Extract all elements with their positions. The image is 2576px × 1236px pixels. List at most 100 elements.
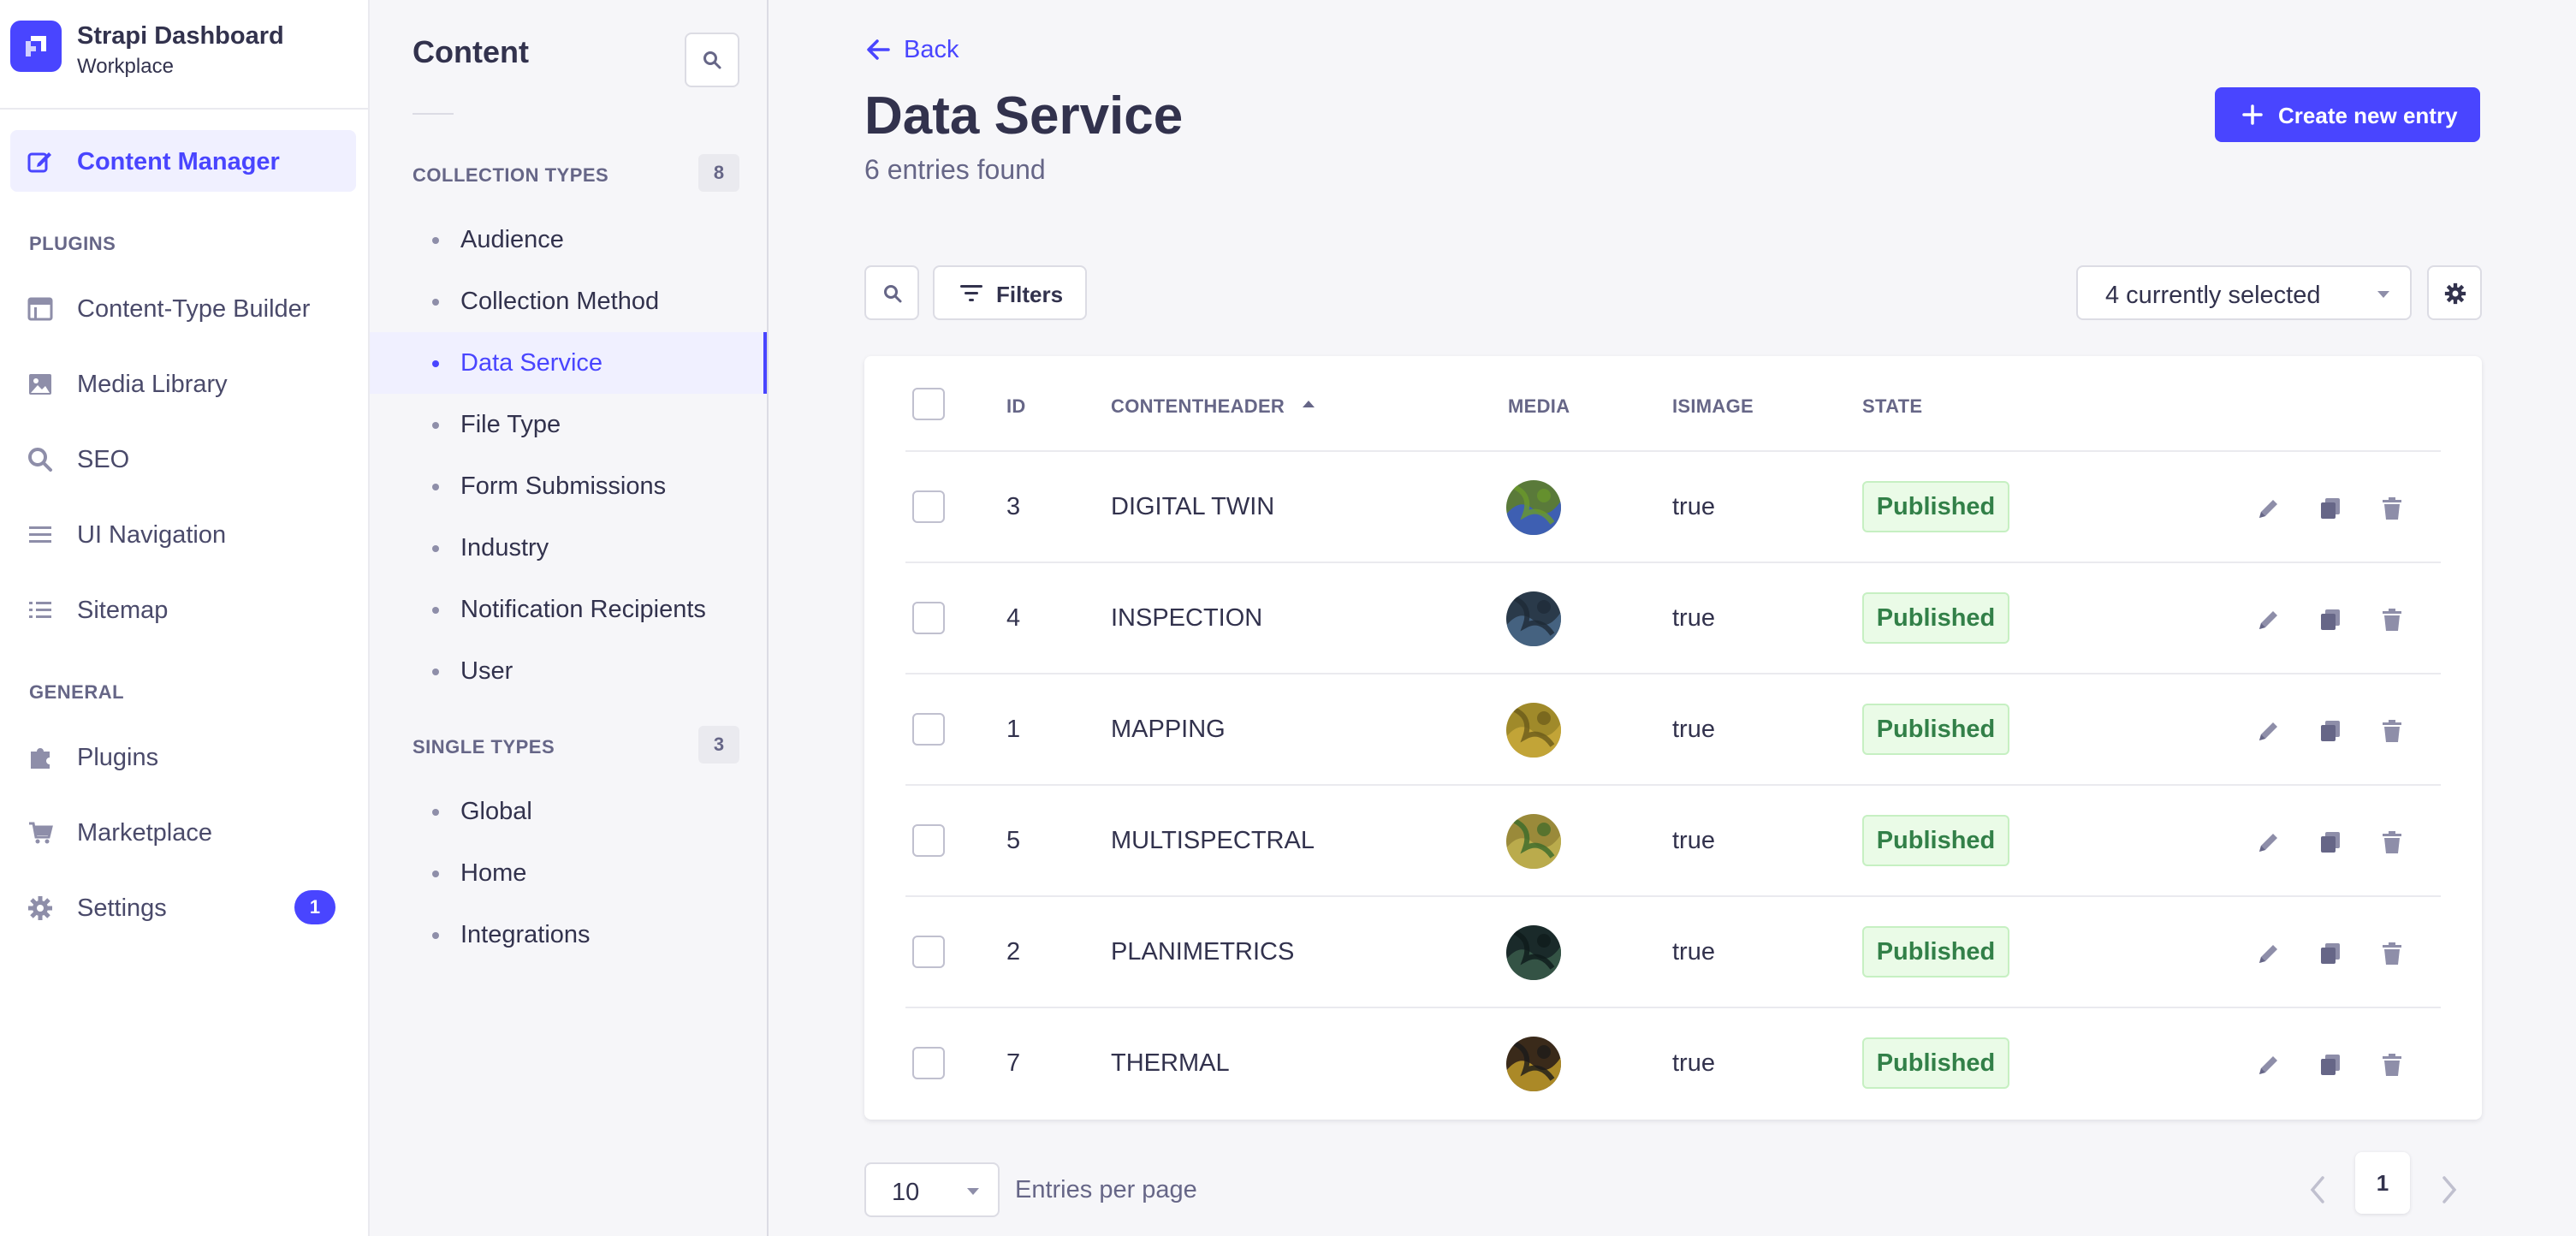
bullet-icon xyxy=(432,484,439,490)
table-row[interactable]: 4 INSPECTION true Published xyxy=(905,563,2441,674)
duplicate-icon[interactable] xyxy=(2318,607,2343,633)
nav-media-library[interactable]: Media Library xyxy=(10,353,356,414)
nav-label: Content Manager xyxy=(77,148,280,175)
main-nav: Strapi Dashboard Workplace Content Manag… xyxy=(0,0,370,1236)
subnav-item-label: Collection Method xyxy=(460,288,660,315)
entries-per-page-select[interactable]: 10 xyxy=(864,1162,1000,1217)
entries-per-page-value: 10 xyxy=(892,1179,920,1206)
bullet-icon xyxy=(432,669,439,675)
subnav-item-global[interactable]: Global xyxy=(370,781,767,842)
subnav-item-industry[interactable]: Industry xyxy=(370,517,767,579)
media-thumbnail xyxy=(1506,925,1561,980)
subnav-item-integrations[interactable]: Integrations xyxy=(370,904,767,966)
status-badge: Published xyxy=(1862,481,2009,532)
bullet-icon xyxy=(432,809,439,816)
create-new-entry-button[interactable]: Create new entry xyxy=(2215,87,2480,142)
plus-icon xyxy=(2242,104,2263,125)
nav-sitemap[interactable]: Sitemap xyxy=(10,579,356,640)
column-header-contentheader[interactable]: CONTENTHEADER xyxy=(1111,395,1285,418)
status-badge: Published xyxy=(1862,704,2009,755)
trash-icon[interactable] xyxy=(2379,829,2405,855)
edit-icon[interactable] xyxy=(2256,718,2282,744)
bullet-icon xyxy=(432,422,439,429)
bullet-icon xyxy=(432,299,439,306)
arrow-left-icon xyxy=(867,39,890,60)
media-thumbnail xyxy=(1506,703,1561,758)
trash-icon[interactable] xyxy=(2379,718,2405,744)
edit-icon[interactable] xyxy=(2256,496,2282,521)
row-checkbox[interactable] xyxy=(912,490,945,523)
nav-content-manager[interactable]: Content Manager xyxy=(10,130,356,192)
nav-content-type-builder[interactable]: Content-Type Builder xyxy=(10,277,356,339)
nav-ui-navigation[interactable]: UI Navigation xyxy=(10,503,356,565)
content-subnav: Content COLLECTION TYPES 8 Audience Coll… xyxy=(370,0,769,1236)
subnav-item-data-service[interactable]: Data Service xyxy=(370,332,767,394)
list-settings-button[interactable] xyxy=(2427,265,2482,320)
next-page-button[interactable] xyxy=(2432,1162,2466,1217)
column-header-isimage[interactable]: ISIMAGE xyxy=(1672,395,1754,418)
nav-label: UI Navigation xyxy=(77,521,227,549)
subnav-item-collection-method[interactable]: Collection Method xyxy=(370,270,767,332)
subnav-search-button[interactable] xyxy=(685,33,739,87)
subnav-item-file-type[interactable]: File Type xyxy=(370,394,767,455)
column-header-id[interactable]: ID xyxy=(1006,395,1026,418)
select-all-checkbox[interactable] xyxy=(912,388,945,420)
subnav-item-form-submissions[interactable]: Form Submissions xyxy=(370,455,767,517)
main-content: Back Data Service 6 entries found Create… xyxy=(769,0,2576,1236)
filters-button[interactable]: Filters xyxy=(933,265,1087,320)
edit-icon[interactable] xyxy=(2256,607,2282,633)
row-checkbox[interactable] xyxy=(912,936,945,968)
bullet-icon xyxy=(432,871,439,877)
table-row[interactable]: 7 THERMAL true Published xyxy=(905,1008,2441,1120)
table-search-button[interactable] xyxy=(864,265,919,320)
nav-label: Settings xyxy=(77,894,167,922)
nav-settings[interactable]: Settings 1 xyxy=(10,876,356,938)
media-thumbnail xyxy=(1506,480,1561,535)
nav-plugins[interactable]: Plugins xyxy=(10,726,356,787)
trash-icon[interactable] xyxy=(2379,1052,2405,1078)
edit-icon[interactable] xyxy=(2256,941,2282,966)
duplicate-icon[interactable] xyxy=(2318,718,2343,744)
row-checkbox[interactable] xyxy=(912,1047,945,1079)
caret-down-icon xyxy=(2377,291,2389,298)
duplicate-icon[interactable] xyxy=(2318,496,2343,521)
nav-seo[interactable]: SEO xyxy=(10,428,356,490)
table-row[interactable]: 3 DIGITAL TWIN true Published xyxy=(905,452,2441,563)
media-thumbnail xyxy=(1506,814,1561,869)
edit-icon[interactable] xyxy=(2256,829,2282,855)
strapi-logo-icon xyxy=(10,21,62,72)
subnav-item-audience[interactable]: Audience xyxy=(370,209,767,270)
media-thumbnail xyxy=(1506,591,1561,646)
bullet-icon xyxy=(432,237,439,244)
pencil-square-icon xyxy=(27,152,51,173)
table-row[interactable]: 2 PLANIMETRICS true Published xyxy=(905,897,2441,1008)
brand-subtitle: Workplace xyxy=(77,55,174,78)
previous-page-button[interactable] xyxy=(2300,1162,2335,1217)
row-checkbox[interactable] xyxy=(912,713,945,746)
sort-ascending-icon[interactable] xyxy=(1303,401,1315,407)
edit-icon[interactable] xyxy=(2256,1052,2282,1078)
page-title: Data Service xyxy=(864,86,1184,146)
nav-marketplace[interactable]: Marketplace xyxy=(10,801,356,863)
duplicate-icon[interactable] xyxy=(2318,829,2343,855)
table-row[interactable]: 1 MAPPING true Published xyxy=(905,674,2441,786)
subnav-item-user[interactable]: User xyxy=(370,640,767,702)
row-checkbox[interactable] xyxy=(912,824,945,857)
cell-isimage: true xyxy=(1672,1049,1715,1077)
duplicate-icon[interactable] xyxy=(2318,941,2343,966)
subnav-item-home[interactable]: Home xyxy=(370,842,767,904)
trash-icon[interactable] xyxy=(2379,607,2405,633)
image-icon xyxy=(29,374,51,395)
trash-icon[interactable] xyxy=(2379,941,2405,966)
trash-icon[interactable] xyxy=(2379,496,2405,521)
cell-id: 1 xyxy=(1006,716,1021,743)
settings-notification-badge: 1 xyxy=(294,890,335,924)
chevron-left-icon xyxy=(2310,1176,2324,1203)
table-row[interactable]: 5 MULTISPECTRAL true Published xyxy=(905,786,2441,897)
row-checkbox[interactable] xyxy=(912,602,945,634)
cell-contentheader: MAPPING xyxy=(1111,716,1226,743)
subnav-item-notification-recipients[interactable]: Notification Recipients xyxy=(370,579,767,640)
page-number-button[interactable]: 1 xyxy=(2355,1152,2410,1214)
displayed-columns-select[interactable]: 4 currently selected xyxy=(2076,265,2412,320)
duplicate-icon[interactable] xyxy=(2318,1052,2343,1078)
